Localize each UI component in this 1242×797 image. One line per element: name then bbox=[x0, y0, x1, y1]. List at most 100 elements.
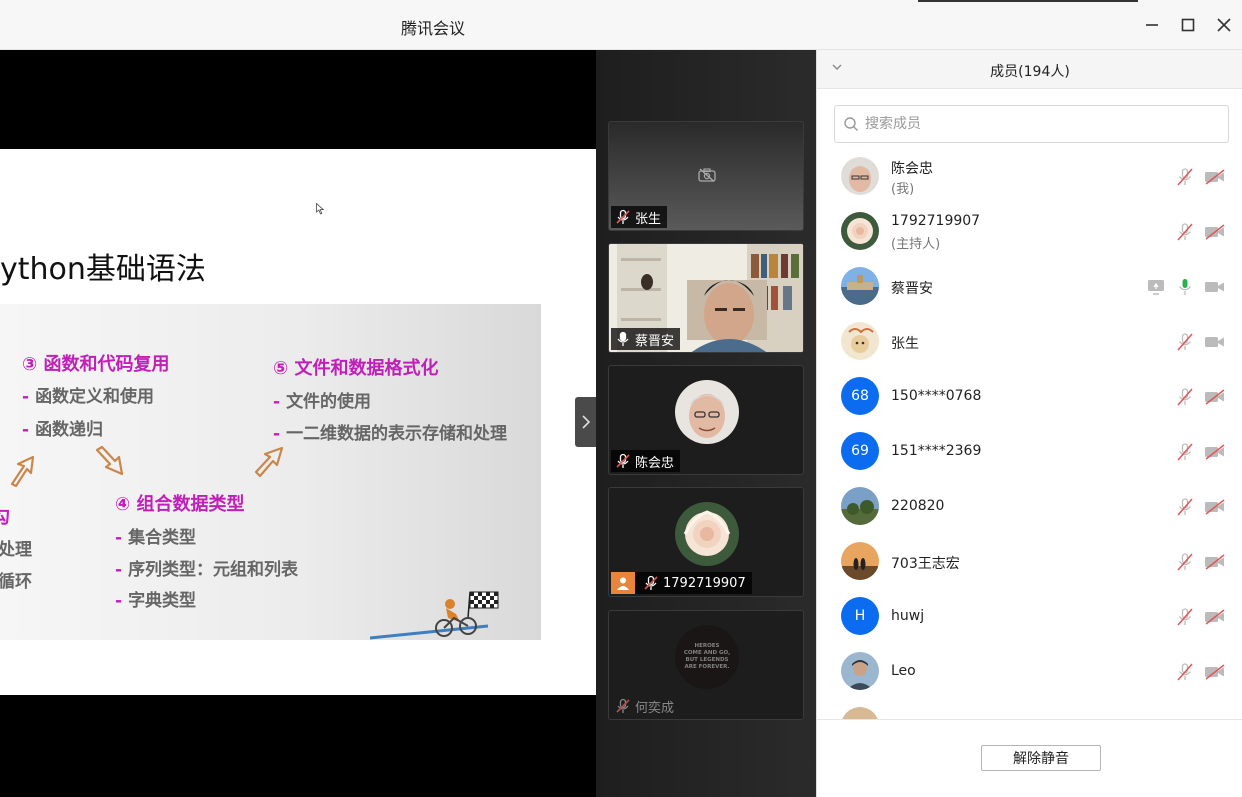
member-camera-button[interactable] bbox=[1204, 662, 1226, 682]
section-item: - 函数递归 bbox=[22, 420, 104, 440]
member-search-box[interactable] bbox=[834, 105, 1229, 143]
member-row[interactable]: 68 150****0768 bbox=[817, 369, 1242, 424]
member-camera-button[interactable] bbox=[1204, 387, 1226, 407]
video-tile[interactable]: 蔡晋安 bbox=[608, 243, 804, 353]
avatar bbox=[841, 212, 879, 250]
mic-muted-icon bbox=[1177, 608, 1193, 626]
avatar bbox=[841, 487, 879, 525]
mic-on-icon bbox=[1179, 279, 1191, 295]
member-mic-button[interactable] bbox=[1174, 387, 1196, 407]
section-item: - 序列类型：元组和列表 bbox=[115, 560, 299, 580]
mouse-cursor-icon bbox=[316, 203, 324, 215]
collapse-video-strip-button[interactable] bbox=[575, 397, 596, 447]
avatar bbox=[841, 157, 879, 195]
section-item: - 文件的使用 bbox=[273, 392, 372, 412]
title-accent-line bbox=[918, 0, 1138, 2]
members-panel: 成员(194人) 陈会忠 (我) 1792719907 (主持人) 蔡晋安 bbox=[816, 50, 1242, 797]
member-mic-button[interactable] bbox=[1174, 497, 1196, 517]
members-panel-header: 成员(194人) bbox=[817, 50, 1242, 89]
video-tile[interactable]: 张生 bbox=[608, 121, 804, 231]
member-camera-button[interactable] bbox=[1204, 167, 1226, 187]
section-heading: ④ 组合数据类型 bbox=[115, 494, 245, 515]
arrow-up-right-icon bbox=[254, 446, 284, 478]
tile-nameplate: 1792719907 bbox=[611, 572, 752, 594]
member-mic-button[interactable] bbox=[1174, 442, 1196, 462]
video-tile[interactable]: HEROES COME AND GO, BUT LEGENDS ARE FORE… bbox=[608, 610, 804, 720]
member-mic-button[interactable] bbox=[1174, 277, 1196, 297]
mic-muted-icon bbox=[616, 453, 630, 468]
member-row[interactable]: 69 151****2369 bbox=[817, 424, 1242, 479]
member-camera-button[interactable] bbox=[1204, 552, 1226, 572]
members-count-title: 成员(194人) bbox=[990, 64, 1070, 80]
member-row[interactable]: 蔡晋安 bbox=[817, 259, 1242, 314]
maximize-icon bbox=[1181, 18, 1195, 32]
camera-off-icon bbox=[1205, 169, 1225, 185]
tile-nameplate: 蔡晋安 bbox=[611, 328, 681, 350]
shared-screen[interactable]: ython基础语法 ③ 函数和代码复用 - 函数定义和使用 - 函数递归 ⑤ 文件和… bbox=[0, 50, 596, 797]
mic-muted-icon bbox=[1177, 388, 1193, 406]
section-heading: ③ 函数和代码复用 bbox=[22, 354, 170, 375]
member-row[interactable]: 张生 bbox=[817, 314, 1242, 369]
member-search-input[interactable] bbox=[865, 116, 1205, 132]
tile-name: 蔡晋安 bbox=[635, 333, 675, 349]
member-mic-button[interactable] bbox=[1174, 222, 1196, 242]
member-row[interactable]: 1792719907 (主持人) bbox=[817, 204, 1242, 259]
member-row[interactable]: Leo bbox=[817, 644, 1242, 699]
camera-off-icon bbox=[1205, 224, 1225, 240]
minimize-button[interactable] bbox=[1139, 12, 1165, 38]
member-name: 蔡晋安 bbox=[891, 281, 933, 297]
member-camera-button[interactable] bbox=[1204, 442, 1226, 462]
avatar bbox=[841, 542, 879, 580]
mic-on-icon bbox=[617, 331, 629, 346]
member-mic-button[interactable] bbox=[1174, 607, 1196, 627]
member-name: Leo bbox=[891, 663, 916, 679]
mic-muted-icon bbox=[1177, 168, 1193, 186]
member-row[interactable]: 220820 bbox=[817, 479, 1242, 534]
search-icon bbox=[844, 117, 858, 131]
mic-muted-icon bbox=[1177, 333, 1193, 351]
mic-muted-icon bbox=[616, 698, 630, 713]
unmute-all-button[interactable]: 解除静音 bbox=[981, 745, 1101, 771]
slide-diagram: ③ 函数和代码复用 - 函数定义和使用 - 函数递归 ⑤ 文件和数据格式化 - 文件的… bbox=[0, 304, 541, 640]
section-item: - 集合类型 bbox=[115, 528, 197, 548]
camera-on-icon bbox=[1205, 282, 1224, 292]
member-screen-share-indicator bbox=[1145, 277, 1167, 297]
video-tile[interactable]: 1792719907 bbox=[608, 487, 804, 597]
member-mic-button[interactable] bbox=[1174, 662, 1196, 682]
member-row[interactable] bbox=[817, 699, 1242, 719]
member-name: 150****0768 bbox=[891, 388, 982, 404]
member-role: (主持人) bbox=[891, 237, 941, 252]
member-list[interactable]: 陈会忠 (我) 1792719907 (主持人) 蔡晋安 张生 68 150**… bbox=[817, 149, 1242, 719]
avatar bbox=[841, 267, 879, 305]
member-name: 220820 bbox=[891, 498, 945, 514]
member-mic-button[interactable] bbox=[1174, 167, 1196, 187]
mic-muted-icon bbox=[616, 209, 630, 224]
member-row[interactable]: 703王志宏 bbox=[817, 534, 1242, 589]
section-heading: ⑤ 文件和数据格式化 bbox=[273, 358, 439, 379]
camera-off-icon bbox=[1205, 389, 1225, 405]
member-camera-button[interactable] bbox=[1204, 222, 1226, 242]
members-panel-footer: 解除静音 bbox=[817, 719, 1242, 797]
member-mic-button[interactable] bbox=[1174, 552, 1196, 572]
member-mic-button[interactable] bbox=[1174, 332, 1196, 352]
member-row[interactable]: H huwj bbox=[817, 589, 1242, 644]
mic-muted-icon bbox=[644, 575, 658, 590]
member-camera-button[interactable] bbox=[1204, 497, 1226, 517]
member-camera-button[interactable] bbox=[1204, 607, 1226, 627]
arrow-up-right-icon bbox=[10, 455, 35, 488]
participant-avatar: HEROES COME AND GO, BUT LEGENDS ARE FORE… bbox=[675, 625, 739, 689]
video-tile[interactable]: 陈会忠 bbox=[608, 365, 804, 475]
tile-nameplate: 张生 bbox=[611, 206, 668, 228]
minimize-icon bbox=[1146, 24, 1158, 26]
mic-muted-icon bbox=[1177, 663, 1193, 681]
maximize-button[interactable] bbox=[1175, 12, 1201, 38]
member-name: 陈会忠 bbox=[891, 161, 933, 177]
avatar: 68 bbox=[841, 377, 879, 415]
avatar bbox=[841, 652, 879, 690]
member-camera-button[interactable] bbox=[1204, 277, 1226, 297]
tile-name: 张生 bbox=[635, 211, 662, 227]
member-row[interactable]: 陈会忠 (我) bbox=[817, 149, 1242, 204]
close-button[interactable] bbox=[1211, 12, 1237, 38]
camera-off-icon bbox=[1205, 664, 1225, 680]
member-camera-button[interactable] bbox=[1204, 332, 1226, 352]
